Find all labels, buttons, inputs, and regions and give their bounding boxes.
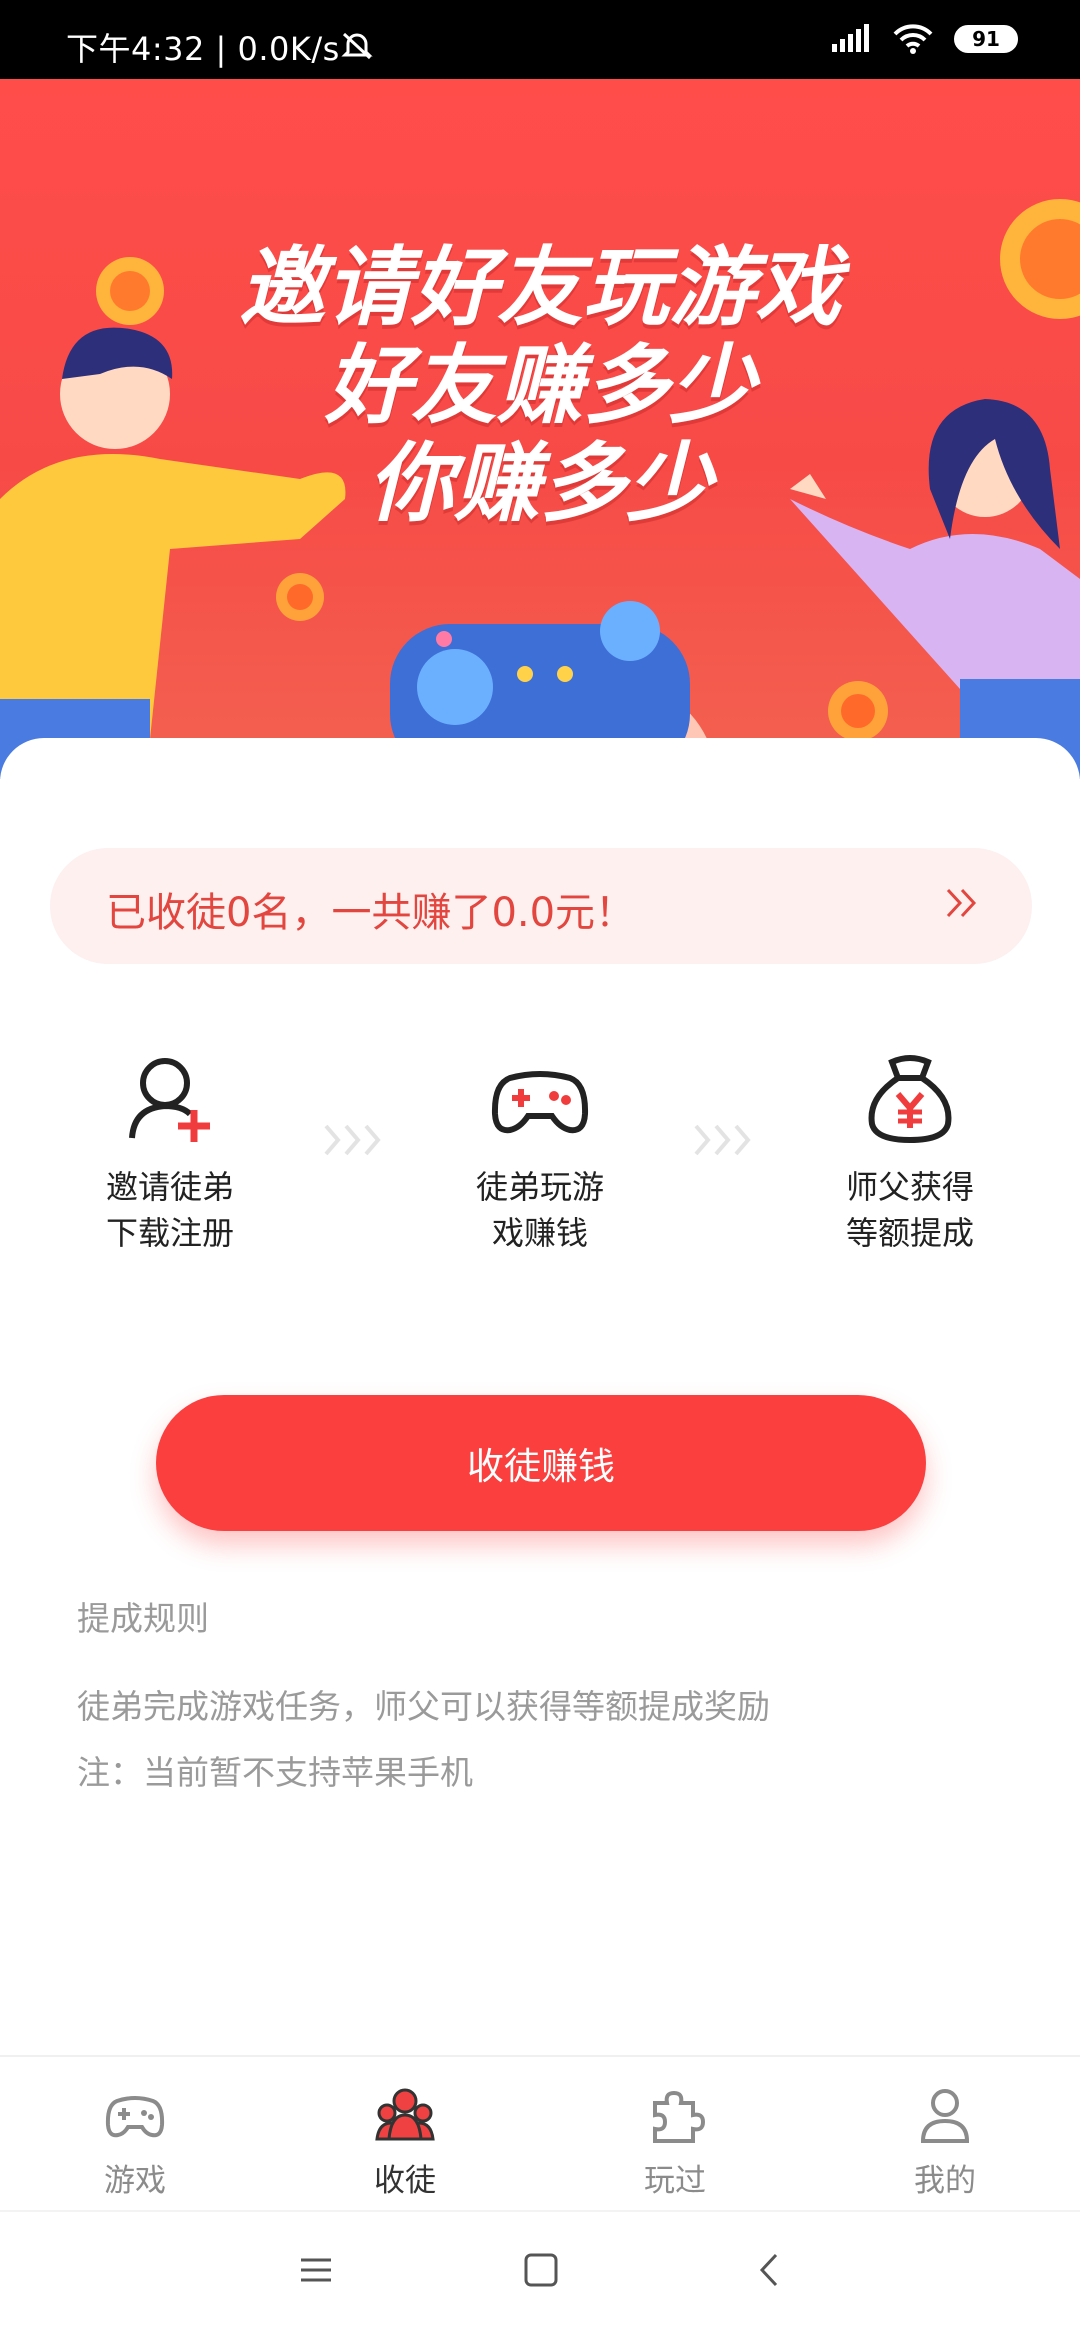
step-arrow-icon — [324, 1124, 381, 1156]
apprentice-stats-bar[interactable]: 已收徒0名，一共赚了0.0元！ — [50, 848, 1032, 964]
tab-games[interactable]: 游戏 — [65, 2085, 205, 2200]
home-icon[interactable] — [523, 2252, 559, 2288]
recruit-apprentice-button[interactable]: 收徒赚钱 — [156, 1395, 926, 1531]
invite-banner: 邀请好友玩游戏 好友赚多少 你赚多少 — [0, 79, 1080, 779]
step-play-line-1: 徒弟玩游 — [475, 1168, 604, 1206]
bottom-tab-bar: 游戏 收徒 玩过 我的 — [0, 2055, 1080, 2212]
double-chevron-right-icon — [946, 888, 977, 918]
mute-icon — [341, 32, 373, 60]
tab-played[interactable]: 玩过 — [605, 2085, 745, 2200]
rule-line-2: 注：当前暂不支持苹果手机 — [77, 1753, 473, 1792]
banner-title-line-3: 你赚多少 — [368, 434, 712, 534]
invite-user-icon — [129, 1058, 210, 1142]
gamepad-icon — [105, 2096, 165, 2138]
gamepad-icon — [491, 1071, 589, 1134]
step-reward-line-1: 师父获得 — [845, 1168, 974, 1206]
money-bag-icon — [868, 1055, 952, 1144]
tab-apprentice-label: 收徒 — [374, 2163, 436, 2199]
rule-line-1: 徒弟完成游戏任务，师父可以获得等额提成奖励 — [77, 1687, 770, 1726]
profile-icon — [920, 2089, 970, 2143]
status-icons: 91 — [830, 22, 1018, 56]
step-play: 徒弟玩游 戏赚钱 — [430, 1048, 650, 1256]
menu-icon[interactable] — [298, 2252, 334, 2288]
tab-played-label: 玩过 — [644, 2163, 706, 2199]
step-reward: 师父获得 等额提成 — [800, 1048, 1020, 1256]
tab-me-label: 我的 — [914, 2163, 976, 2199]
tab-games-label: 游戏 — [104, 2163, 166, 2199]
banner-title-line-1: 邀请好友玩游戏 — [239, 238, 841, 338]
step-invite: 邀请徒弟 下载注册 — [60, 1048, 280, 1256]
back-icon[interactable] — [752, 2252, 788, 2288]
step-play-line-2: 戏赚钱 — [491, 1214, 588, 1252]
tab-me[interactable]: 我的 — [875, 2085, 1015, 2200]
step-arrow-icon — [694, 1124, 751, 1156]
puzzle-icon — [653, 2090, 706, 2143]
apprentice-icon — [375, 2088, 435, 2141]
battery-level: 91 — [972, 27, 1000, 51]
battery-icon: 91 — [954, 25, 1018, 53]
tab-apprentice[interactable]: 收徒 — [335, 2085, 475, 2200]
banner-title: 邀请好友玩游戏 好友赚多少 你赚多少 — [0, 239, 1080, 533]
system-nav-bar — [0, 2210, 1080, 2342]
step-invite-line-1: 邀请徒弟 — [105, 1168, 234, 1206]
step-invite-line-2: 下载注册 — [105, 1214, 234, 1252]
rules-title: 提成规则 — [77, 1599, 209, 1638]
status-bar: 下午4:32 | 0.0K/s 91 — [0, 0, 1080, 79]
banner-title-line-2: 好友赚多少 — [325, 336, 755, 436]
step-reward-line-2: 等额提成 — [845, 1214, 974, 1252]
status-time: 下午4:32 | 0.0K/s — [66, 30, 340, 68]
wifi-icon — [893, 24, 933, 54]
signal-icon — [832, 24, 869, 52]
apprentice-stats-text: 已收徒0名，一共赚了0.0元！ — [106, 890, 636, 936]
